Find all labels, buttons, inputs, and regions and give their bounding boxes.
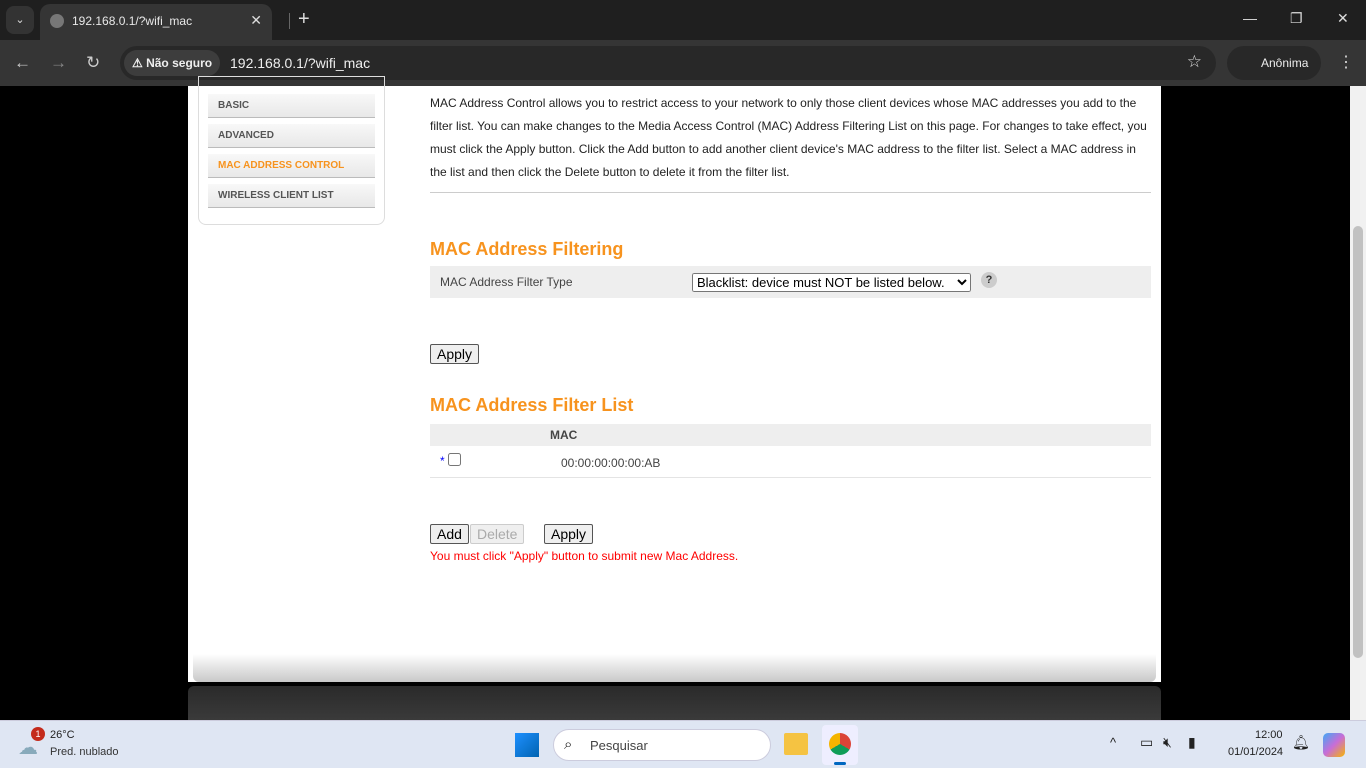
delete-button[interactable]: Delete [470,524,525,544]
incognito-profile-button[interactable]: Anônima [1227,46,1321,80]
row-marker: * [440,454,445,468]
speaker-muted-icon[interactable]: 🔇︎ [1163,734,1172,751]
copilot-icon[interactable] [1323,733,1345,757]
file-explorer-icon[interactable] [784,733,808,755]
close-window-icon[interactable]: ✕ [1337,10,1349,27]
windows-start-icon[interactable] [515,733,539,757]
globe-icon [50,14,64,28]
chevron-up-icon[interactable]: ^ [1110,735,1116,750]
kebab-menu-icon[interactable]: ⋮ [1338,52,1354,72]
apply-notice: You must click "Apply" button to submit … [430,549,739,563]
filter-type-label: MAC Address Filter Type [440,275,573,289]
apply-filter-type-button[interactable]: Apply [430,344,480,364]
weather-desc: Pred. nublado [50,746,119,758]
clock-date[interactable]: 01/01/2024 [1228,746,1283,758]
tab-strip: ⌄ 192.168.0.1/?wifi_mac ✕ + — ❐ ✕ [0,0,1366,40]
profile-label: Anônima [1261,56,1309,70]
taskbar: ☁ 1 26°C Pred. nublado ⌕ Pesquisar ^ ▭ 🔇… [0,720,1366,768]
panel-footer [193,654,1156,682]
scrollbar[interactable] [1350,86,1366,720]
tab-title: 192.168.0.1/?wifi_mac [72,14,193,28]
filter-list-header: MAC [430,424,1151,446]
network-icon[interactable]: ▭ [1140,734,1153,751]
apply-list-button[interactable]: Apply [544,524,594,544]
tab-active[interactable]: 192.168.0.1/?wifi_mac ✕ [40,4,272,40]
filter-type-select[interactable]: Blacklist: device must NOT be listed bel… [692,273,971,292]
table-row: * 00:00:00:00:00:AB [430,446,1151,478]
security-chip[interactable]: ⚠ Não seguro [124,50,221,76]
battery-icon[interactable]: ▮ [1188,734,1196,751]
sidebar-item-basic[interactable]: BASIC [208,94,375,118]
close-tab-icon[interactable]: ✕ [250,12,262,29]
reload-icon[interactable]: ↻ [86,53,100,73]
active-indicator [834,762,846,765]
router-page: BASIC ADVANCED MAC ADDRESS CONTROL WIREL… [188,76,1161,682]
security-label: Não seguro [146,56,213,70]
divider [430,192,1151,193]
sidebar-item-advanced[interactable]: ADVANCED [208,124,375,148]
help-icon[interactable]: ? [981,272,997,288]
search-placeholder: Pesquisar [590,738,648,753]
clock-time[interactable]: 12:00 [1255,729,1283,741]
back-icon[interactable]: ← [14,53,31,73]
mac-column-header: MAC [550,428,578,442]
weather-temp: 26°C [50,729,75,741]
scrollbar-thumb[interactable] [1353,226,1363,658]
bookmark-star-icon[interactable]: ☆ [1187,52,1202,72]
add-button[interactable]: Add [430,524,469,544]
page-bottom-bar [188,686,1161,720]
bell-icon[interactable]: 🔔︎ [1292,734,1310,751]
search-icon: ⌕ [564,736,573,753]
mac-value: 00:00:00:00:00:AB [561,456,661,470]
sidebar-item-mac-address-control[interactable]: MAC ADDRESS CONTROL [208,154,375,178]
address-bar[interactable]: ⚠ Não seguro 192.168.0.1/?wifi_mac ☆ [120,46,1216,80]
divider [289,13,290,29]
tab-search-button[interactable]: ⌄ [6,6,34,34]
row-checkbox[interactable] [448,453,461,466]
url-text[interactable]: 192.168.0.1/?wifi_mac [230,55,370,71]
minimize-icon[interactable]: — [1243,10,1257,26]
new-tab-button[interactable]: + [298,8,310,31]
filtering-title: MAC Address Filtering [430,239,624,259]
page-description: MAC Address Control allows you to restri… [430,96,1147,179]
restore-icon[interactable]: ❐ [1290,10,1303,27]
weather-badge: 1 [31,727,45,741]
sidebar-item-wireless-client-list[interactable]: WIRELESS CLIENT LIST [208,184,375,208]
search-box[interactable]: ⌕ Pesquisar [553,729,771,761]
chrome-icon [829,733,851,755]
filter-list-title: MAC Address Filter List [430,395,634,415]
forward-icon[interactable]: → [50,53,67,73]
sidebar: BASIC ADVANCED MAC ADDRESS CONTROL WIREL… [198,76,385,225]
chrome-taskbar-button[interactable] [822,725,858,765]
